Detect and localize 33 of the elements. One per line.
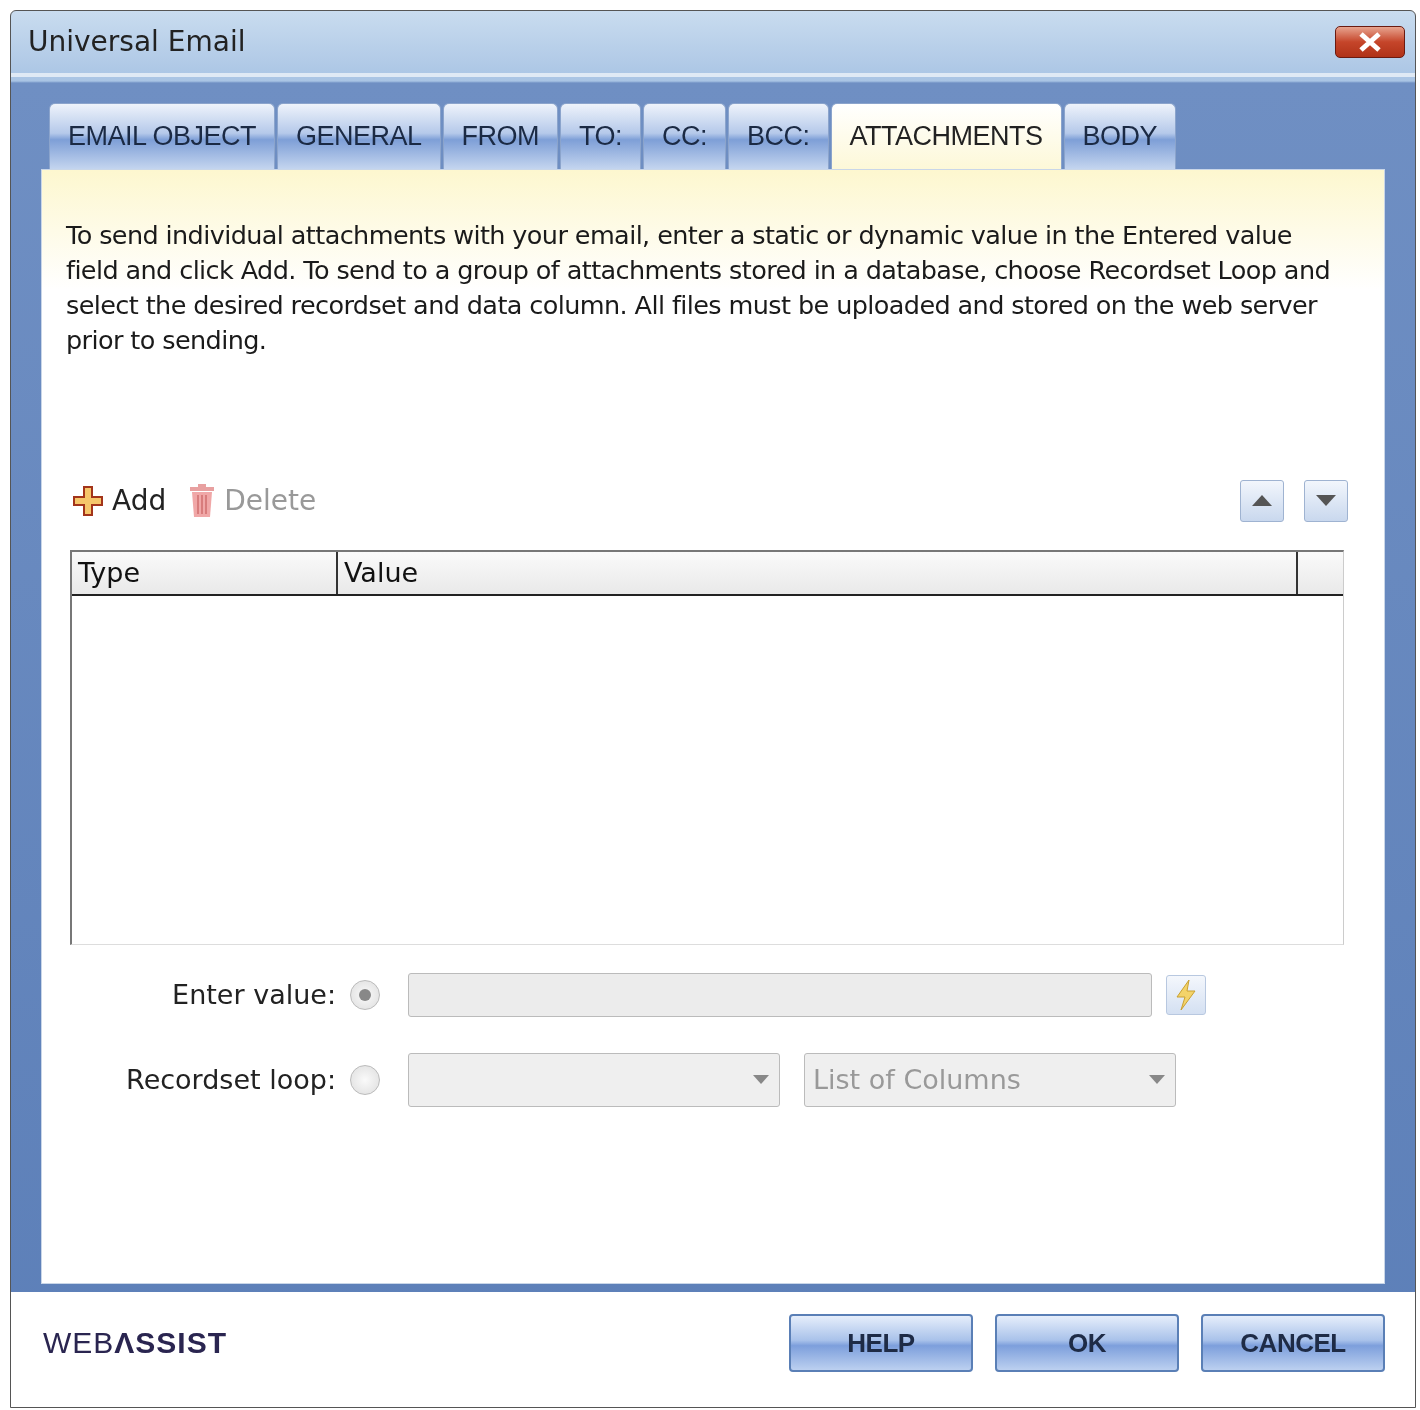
dynamic-data-button[interactable] (1166, 974, 1206, 1015)
dropdown-caret-icon (1149, 1075, 1165, 1085)
dialog-button[interactable]: OK (995, 1314, 1179, 1373)
instructions-text: To send individual attachments with your email, enter a static or dynamic value in the Entered value field and click Add. To send to a group of attachments stored in a database, choose Recordset Loop and select the desired recordset and data column. All files must be uploaded and stored on the web server prior to sending. (66, 218, 1332, 357)
radio-button[interactable] (350, 1064, 380, 1095)
tab[interactable]: GENERAL (277, 102, 441, 169)
field-label: Recordset loop: (126, 1064, 336, 1096)
tab[interactable]: EMAIL OBJECT (49, 102, 276, 169)
tab[interactable]: BODY (1063, 102, 1177, 169)
dialog-button[interactable]: HELP (789, 1314, 973, 1373)
tab[interactable]: ATTACHMENTS (830, 102, 1062, 169)
plus-icon (72, 484, 104, 517)
up-triangle-icon (1252, 495, 1272, 507)
move-up-button[interactable] (1240, 479, 1284, 522)
tab[interactable]: TO: (560, 102, 642, 169)
move-down-button[interactable] (1304, 479, 1348, 522)
tab[interactable]: FROM (442, 102, 559, 169)
down-triangle-icon (1316, 495, 1336, 507)
window-title: Universal Email (28, 25, 246, 59)
tab[interactable]: BCC: (728, 102, 829, 169)
column-header[interactable]: Value (338, 551, 1298, 594)
close-button[interactable] (1335, 25, 1405, 58)
dropdown-caret-icon (753, 1075, 769, 1085)
logo: WEBΛSSIST (43, 1326, 228, 1361)
tab[interactable]: CC: (643, 102, 727, 169)
field-label: Enter value: (172, 979, 336, 1011)
radio-button[interactable] (350, 979, 380, 1010)
close-icon (1357, 31, 1383, 52)
lightning-icon (1175, 979, 1197, 1010)
add-button[interactable]: Add (72, 484, 167, 518)
column-header[interactable]: Type (72, 551, 338, 594)
dialog-button[interactable]: CANCEL (1201, 1314, 1385, 1373)
trash-icon (188, 483, 217, 518)
